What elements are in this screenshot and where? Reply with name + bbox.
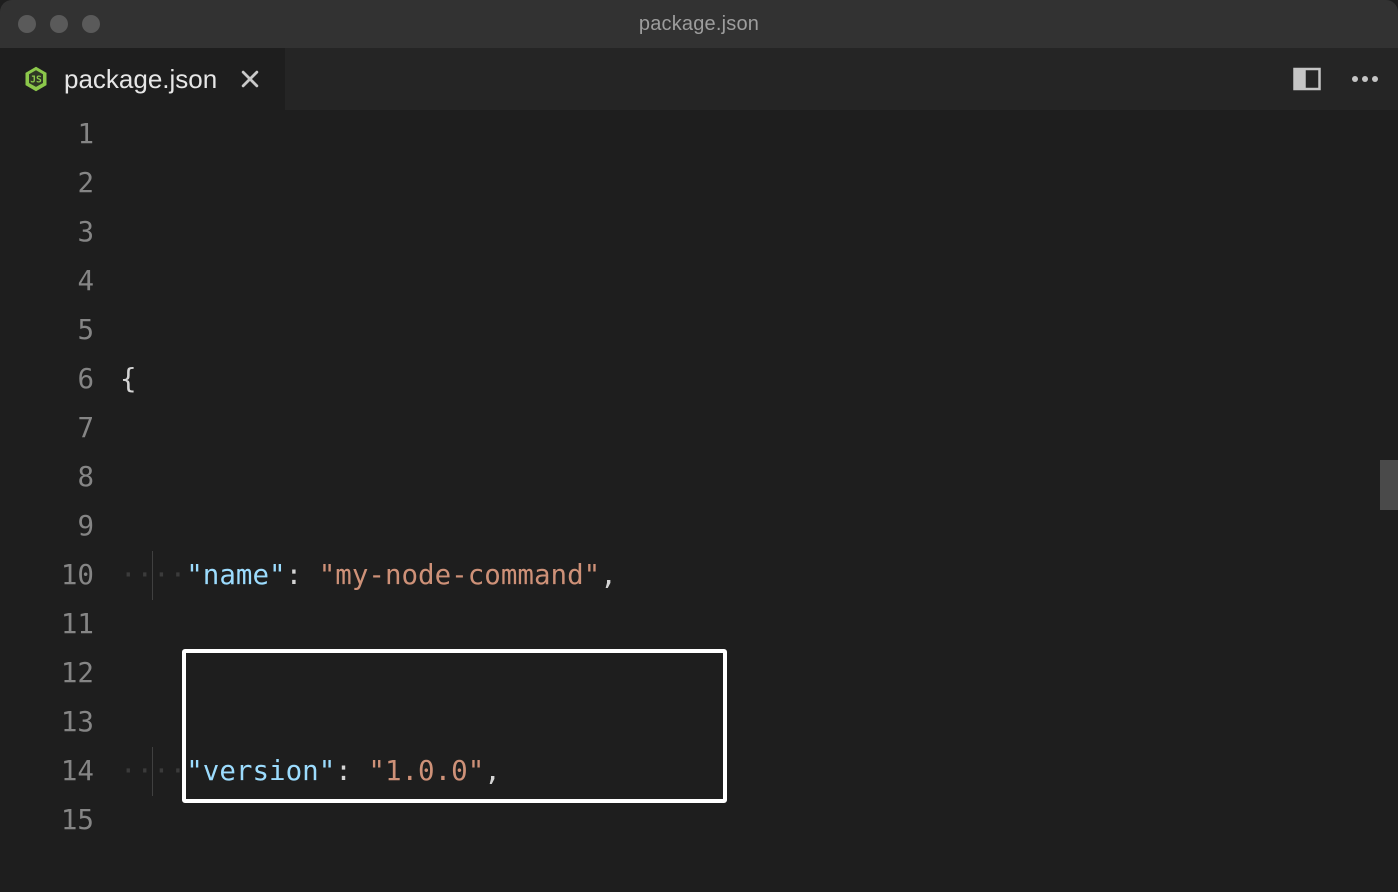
line-number: 8 <box>0 453 94 502</box>
line-number: 13 <box>0 698 94 747</box>
tab-close-icon[interactable] <box>235 64 265 94</box>
line-number: 12 <box>0 649 94 698</box>
line-number: 1 <box>0 110 94 159</box>
line-number: 11 <box>0 600 94 649</box>
line-number: 14 <box>0 747 94 796</box>
line-number: 6 <box>0 355 94 404</box>
code-content[interactable]: { ····"name": "my-node-command", ····"ve… <box>120 110 1398 892</box>
code-line: ····"name": "my-node-command", <box>120 551 1398 600</box>
tabbar-actions <box>1292 48 1380 110</box>
titlebar: package.json <box>0 0 1398 48</box>
vertical-scrollbar[interactable] <box>1380 460 1398 510</box>
line-number-gutter: 1 2 3 4 5 6 7 8 9 10 11 12 13 14 15 <box>0 110 120 892</box>
line-number: 2 <box>0 159 94 208</box>
traffic-lights <box>0 15 100 33</box>
nodejs-icon: JS <box>22 65 50 93</box>
line-number: 3 <box>0 208 94 257</box>
line-number: 4 <box>0 257 94 306</box>
traffic-close[interactable] <box>18 15 36 33</box>
line-number: 7 <box>0 404 94 453</box>
code-line: ····"version": "1.0.0", <box>120 747 1398 796</box>
line-number: 10 <box>0 551 94 600</box>
editor-window: package.json JS package.json <box>0 0 1398 892</box>
svg-text:JS: JS <box>30 75 42 86</box>
tab-bar: JS package.json <box>0 48 1398 110</box>
window-title: package.json <box>639 13 759 36</box>
tab-label: package.json <box>64 64 217 95</box>
code-line: { <box>120 355 1398 404</box>
line-number: 9 <box>0 502 94 551</box>
line-number: 15 <box>0 796 94 845</box>
code-editor[interactable]: 1 2 3 4 5 6 7 8 9 10 11 12 13 14 15 { ··… <box>0 110 1398 892</box>
traffic-minimize[interactable] <box>50 15 68 33</box>
tab-package-json[interactable]: JS package.json <box>0 48 286 110</box>
traffic-zoom[interactable] <box>82 15 100 33</box>
more-actions-icon[interactable] <box>1350 74 1380 84</box>
split-editor-icon[interactable] <box>1292 64 1322 94</box>
line-number: 5 <box>0 306 94 355</box>
